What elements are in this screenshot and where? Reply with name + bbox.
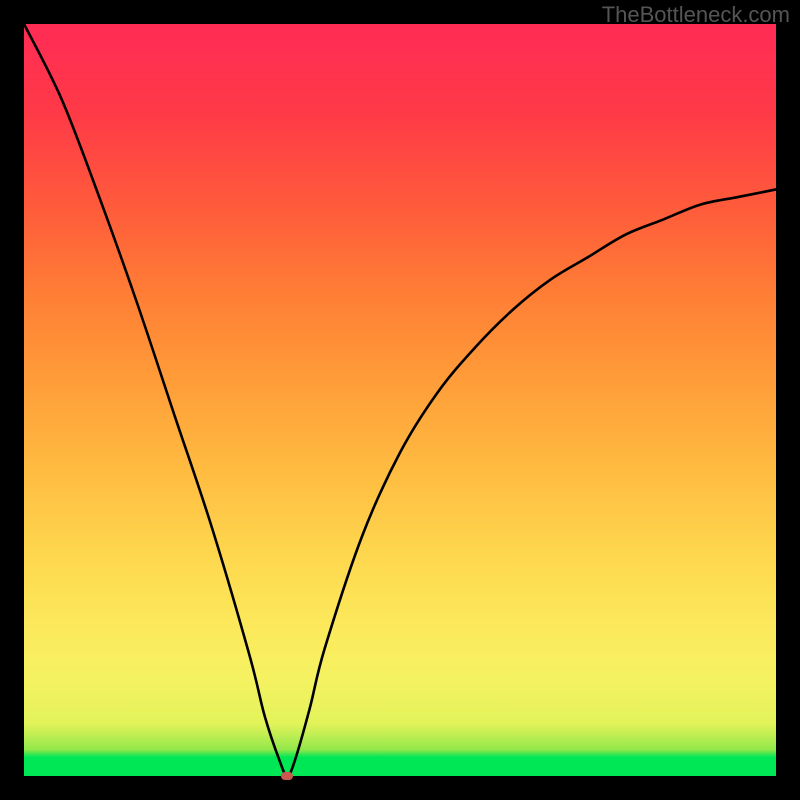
curve-svg (24, 24, 776, 776)
chart-frame: TheBottleneck.com (0, 0, 800, 800)
optimum-marker (281, 772, 293, 780)
plot-area (24, 24, 776, 776)
watermark-text: TheBottleneck.com (602, 2, 790, 28)
bottleneck-curve (24, 24, 776, 776)
